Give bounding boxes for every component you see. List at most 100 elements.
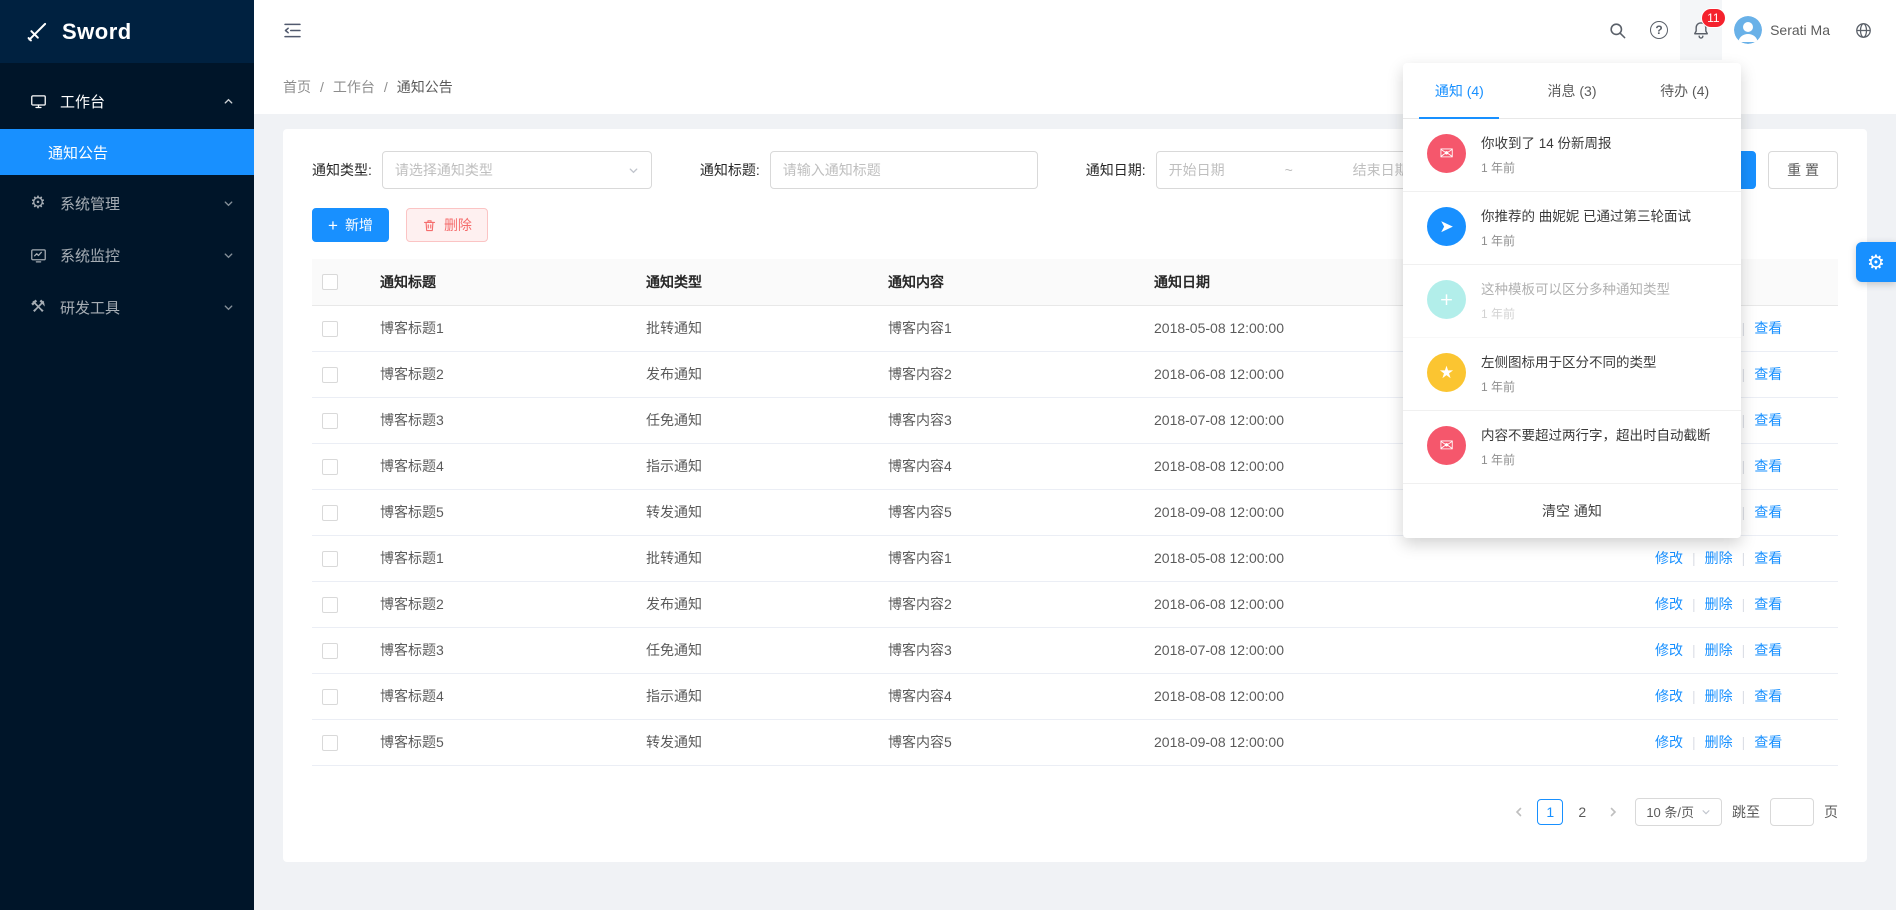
view-link[interactable]: 查看 — [1754, 550, 1782, 566]
view-link[interactable]: 查看 — [1754, 320, 1782, 336]
delete-link[interactable]: 删除 — [1705, 550, 1733, 566]
action-separator: | — [1742, 458, 1746, 474]
breadcrumb-separator: / — [320, 79, 324, 95]
delete-button[interactable]: 删除 — [406, 208, 488, 242]
row-checkbox[interactable] — [322, 413, 338, 429]
action-separator: | — [1742, 550, 1746, 566]
row-checkbox[interactable] — [322, 689, 338, 705]
row-checkbox[interactable] — [322, 597, 338, 613]
help-icon[interactable]: ? — [1638, 0, 1680, 60]
app-root: Sword 工作台 通知公告 ⚙ 系统管理 — [0, 0, 1896, 910]
view-link[interactable]: 查看 — [1754, 366, 1782, 382]
cell-actions: 修改|删除|查看 — [1635, 719, 1838, 765]
page-number-2[interactable]: 2 — [1569, 799, 1595, 825]
tab-todos[interactable]: 待办 (4) — [1628, 63, 1741, 118]
edit-link[interactable]: 修改 — [1655, 550, 1683, 566]
row-checkbox[interactable] — [322, 735, 338, 751]
view-link[interactable]: 查看 — [1754, 458, 1782, 474]
column-header-type: 通知类型 — [636, 259, 878, 305]
delete-link[interactable]: 删除 — [1705, 596, 1733, 612]
cell-notice-title: 博客标题3 — [370, 397, 636, 443]
select-placeholder: 请选择通知类型 — [395, 160, 493, 180]
notification-item[interactable]: ✉ 你收到了 14 份新周报 1 年前 — [1403, 119, 1741, 192]
row-checkbox[interactable] — [322, 367, 338, 383]
next-page-icon[interactable] — [1601, 798, 1625, 826]
notification-item[interactable]: + 这种模板可以区分多种通知类型 1 年前 — [1403, 265, 1741, 338]
row-checkbox[interactable] — [322, 321, 338, 337]
delete-link[interactable]: 删除 — [1705, 688, 1733, 704]
action-separator: | — [1742, 642, 1746, 658]
jump-page-input[interactable] — [1770, 798, 1814, 826]
clear-notifications-button[interactable]: 清空 通知 — [1403, 484, 1741, 538]
cell-notice-date: 2018-08-08 12:00:00 — [1144, 673, 1635, 719]
notification-item[interactable]: ➤ 你推荐的 曲妮妮 已通过第三轮面试 1 年前 — [1403, 192, 1741, 265]
cell-notice-content: 博客内容5 — [878, 489, 1144, 535]
row-checkbox[interactable] — [322, 505, 338, 521]
cell-notice-content: 博客内容1 — [878, 305, 1144, 351]
edit-link[interactable]: 修改 — [1655, 642, 1683, 658]
cell-notice-type: 批转通知 — [636, 305, 878, 351]
breadcrumb-workbench[interactable]: 工作台 — [333, 77, 375, 97]
view-link[interactable]: 查看 — [1754, 596, 1782, 612]
notifications-button[interactable]: 11 — [1680, 0, 1722, 60]
cell-notice-title: 博客标题1 — [370, 305, 636, 351]
breadcrumb-home[interactable]: 首页 — [283, 77, 311, 97]
notification-item-icon: ➤ — [1427, 207, 1466, 246]
tab-messages[interactable]: 消息 (3) — [1516, 63, 1629, 118]
view-link[interactable]: 查看 — [1754, 734, 1782, 750]
sidebar-item-notice[interactable]: 通知公告 — [0, 129, 254, 175]
gear-icon: ⚙ — [1867, 250, 1885, 274]
action-separator: | — [1742, 366, 1746, 382]
menu-fold-icon[interactable] — [282, 20, 303, 41]
cell-notice-date: 2018-05-08 12:00:00 — [1144, 535, 1635, 581]
edit-link[interactable]: 修改 — [1655, 596, 1683, 612]
row-checkbox[interactable] — [322, 459, 338, 475]
chevron-down-icon — [223, 302, 234, 313]
delete-link[interactable]: 删除 — [1705, 734, 1733, 750]
page-size-select[interactable]: 10 条/页 — [1635, 798, 1722, 826]
action-separator: | — [1742, 504, 1746, 520]
reset-button[interactable]: 重 置 — [1768, 151, 1838, 189]
view-link[interactable]: 查看 — [1754, 688, 1782, 704]
row-checkbox[interactable] — [322, 643, 338, 659]
language-globe-icon[interactable] — [1842, 0, 1884, 60]
view-link[interactable]: 查看 — [1754, 412, 1782, 428]
sidebar-item-workbench[interactable]: 工作台 — [0, 77, 254, 125]
sidebar-item-dev-tools[interactable]: ⚒ 研发工具 — [0, 283, 254, 331]
type-filter-select[interactable]: 请选择通知类型 — [382, 151, 652, 189]
header: ? 11 Serati Ma — [254, 0, 1896, 60]
notification-item[interactable]: ★ 左侧图标用于区分不同的类型 1 年前 — [1403, 338, 1741, 411]
search-icon[interactable] — [1596, 0, 1638, 60]
notification-item[interactable]: ✉ 内容不要超过两行字，超出时自动截断 1 年前 — [1403, 411, 1741, 484]
cell-notice-title: 博客标题2 — [370, 351, 636, 397]
notification-title: 这种模板可以区分多种通知类型 — [1481, 280, 1670, 300]
select-all-checkbox[interactable] — [322, 274, 338, 290]
tab-notifications[interactable]: 通知 (4) — [1403, 63, 1516, 118]
user-menu[interactable]: Serati Ma — [1722, 0, 1842, 60]
edit-link[interactable]: 修改 — [1655, 734, 1683, 750]
sidebar-item-system-monitor[interactable]: 系统监控 — [0, 231, 254, 279]
sidebar-item-system-mgmt[interactable]: ⚙ 系统管理 — [0, 179, 254, 227]
action-separator: | — [1742, 734, 1746, 750]
theme-settings-button[interactable]: ⚙ — [1856, 242, 1896, 282]
plus-icon: + — [328, 217, 338, 234]
row-checkbox[interactable] — [322, 551, 338, 567]
prev-page-icon[interactable] — [1507, 798, 1531, 826]
edit-link[interactable]: 修改 — [1655, 688, 1683, 704]
page-number-1[interactable]: 1 — [1537, 799, 1563, 825]
view-link[interactable]: 查看 — [1754, 504, 1782, 520]
notification-time: 1 年前 — [1481, 451, 1711, 468]
cell-notice-type: 发布通知 — [636, 351, 878, 397]
notification-dropdown: 通知 (4) 消息 (3) 待办 (4) ✉ 你收到了 14 份新周报 1 年前… — [1403, 63, 1741, 538]
delete-link[interactable]: 删除 — [1705, 642, 1733, 658]
chevron-up-icon — [223, 96, 234, 107]
cell-notice-title: 博客标题4 — [370, 673, 636, 719]
cell-notice-date: 2018-06-08 12:00:00 — [1144, 581, 1635, 627]
view-link[interactable]: 查看 — [1754, 642, 1782, 658]
title-filter-input[interactable] — [770, 151, 1038, 189]
date-range-picker[interactable]: 开始日期 ~ 结束日期 — [1156, 151, 1422, 189]
trash-icon — [422, 218, 437, 233]
cell-notice-content: 博客内容3 — [878, 627, 1144, 673]
cell-notice-type: 指示通知 — [636, 443, 878, 489]
add-button[interactable]: + 新增 — [312, 208, 389, 242]
